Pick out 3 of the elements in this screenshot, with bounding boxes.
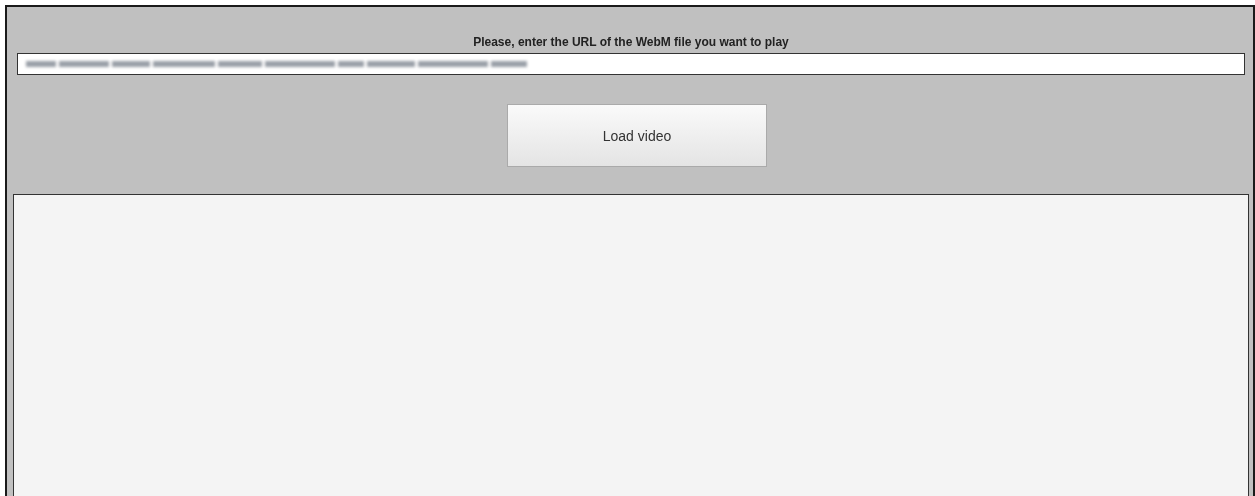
load-video-button[interactable]: Load video xyxy=(507,104,767,167)
url-prompt: Please, enter the URL of the WebM file you want to play xyxy=(472,35,790,50)
url-field[interactable] xyxy=(17,53,1245,75)
